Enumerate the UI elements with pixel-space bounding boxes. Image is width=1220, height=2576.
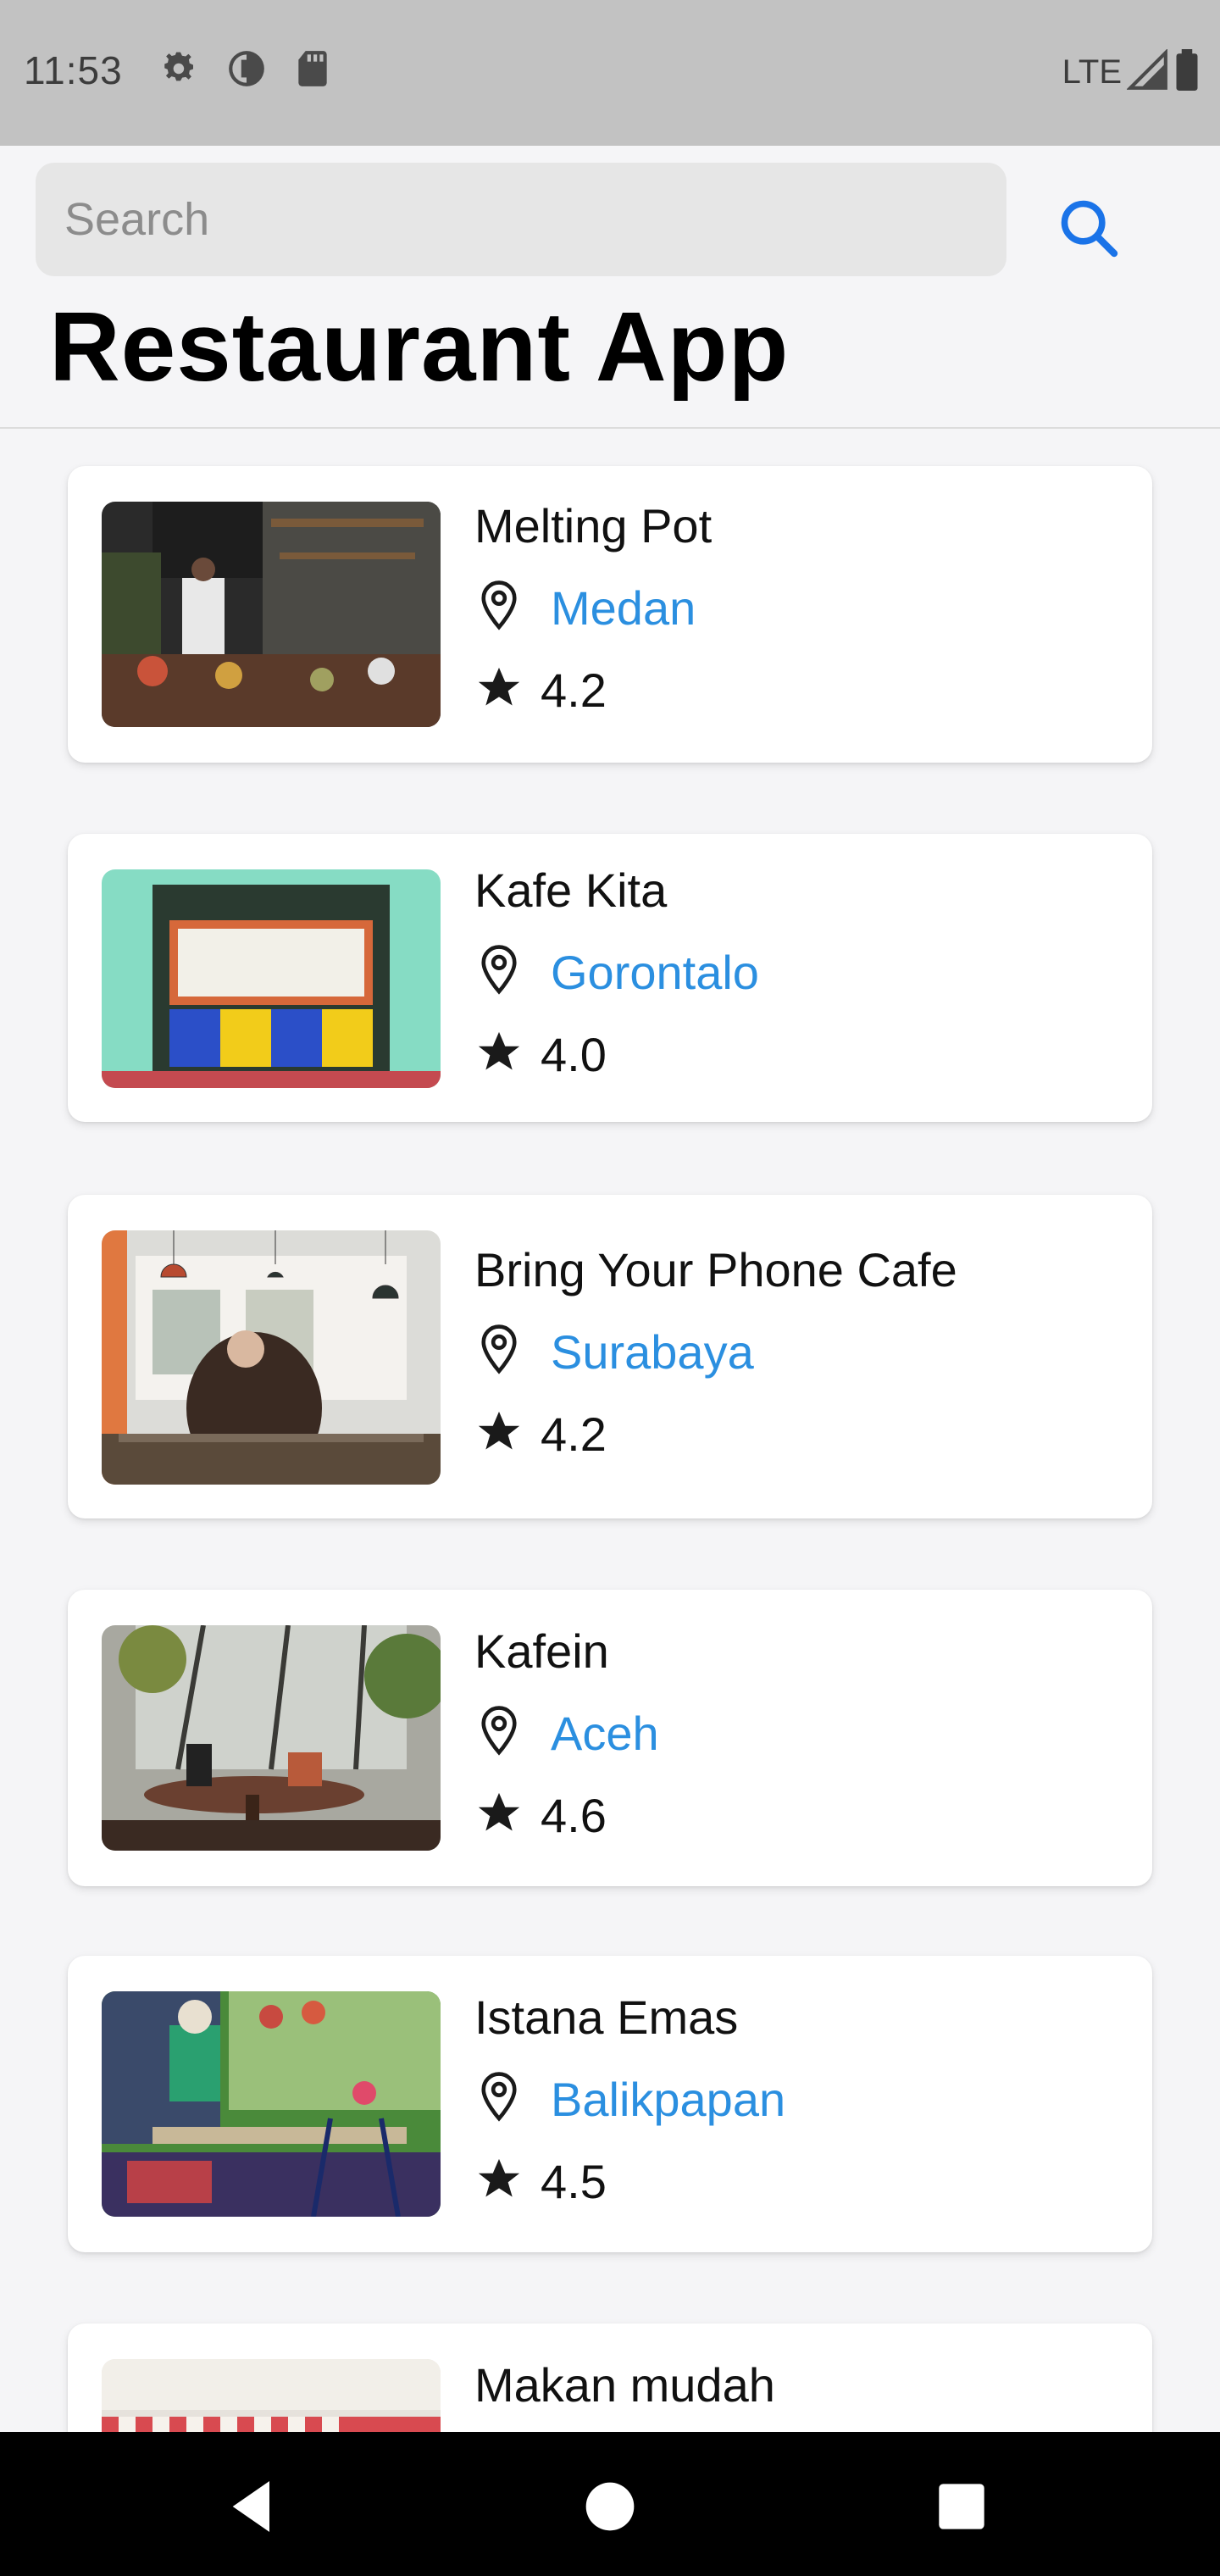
page-title: Restaurant App — [49, 291, 790, 402]
restaurant-info: Kafe Kita Gorontalo 4.0 — [474, 863, 759, 1082]
restaurant-rating: 4.2 — [541, 1407, 607, 1461]
restaurant-card[interactable]: Bring Your Phone Cafe Surabaya 4.2 — [68, 1195, 1152, 1518]
restaurant-city: Balikpapan — [551, 2073, 786, 2126]
network-type-label: LTE — [1062, 53, 1122, 91]
location-row: Surabaya — [474, 1323, 957, 1381]
rating-row: 4.0 — [474, 1027, 759, 1082]
restaurant-info: Kafein Aceh 4.6 — [474, 1624, 659, 1843]
restaurant-rating: 4.5 — [541, 2155, 607, 2208]
star-icon — [474, 1407, 541, 1461]
location-pin-icon — [474, 1704, 551, 1763]
location-row: Balikpapan — [474, 2070, 785, 2129]
restaurant-image — [102, 1230, 441, 1485]
location-row: Medan — [474, 579, 712, 637]
restaurant-name: Makan mudah — [474, 2358, 775, 2412]
location-pin-icon — [474, 943, 551, 1002]
restaurant-card[interactable]: Melting Pot Medan 4.2 — [68, 466, 1152, 763]
rating-row: 4.2 — [474, 1407, 957, 1462]
search-box[interactable] — [36, 163, 1006, 276]
restaurant-info: Makan mudah — [474, 2357, 775, 2412]
battery-icon — [1174, 49, 1200, 96]
location-row: Gorontalo — [474, 943, 759, 1002]
back-button[interactable] — [219, 2473, 286, 2540]
app-header: Restaurant App — [0, 146, 1220, 429]
vpn-shield-icon — [225, 47, 268, 94]
location-pin-icon — [474, 2070, 551, 2129]
star-icon — [474, 2155, 541, 2208]
restaurant-image — [102, 2359, 441, 2432]
restaurant-city: Medan — [551, 581, 696, 635]
star-icon — [474, 1028, 541, 1081]
restaurant-info: Melting Pot Medan 4.2 — [474, 498, 712, 718]
restaurant-rating: 4.2 — [541, 663, 607, 717]
restaurant-image — [102, 1991, 441, 2217]
restaurant-rating: 4.6 — [541, 1789, 607, 1842]
recents-icon[interactable] — [928, 2484, 995, 2544]
search-icon[interactable] — [1056, 196, 1121, 264]
restaurant-city: Surabaya — [551, 1325, 754, 1379]
location-pin-icon — [474, 1323, 551, 1381]
star-icon — [474, 663, 541, 717]
restaurant-card[interactable]: Kafe Kita Gorontalo 4.0 — [68, 834, 1152, 1122]
signal-icon — [1126, 48, 1169, 96]
status-system-icons: LTE — [1062, 48, 1200, 96]
restaurant-list[interactable]: Melting Pot Medan 4.2 Kafe Kita Gorontal… — [0, 430, 1220, 2432]
rating-row: 4.2 — [474, 663, 712, 718]
status-notification-icons — [159, 47, 334, 94]
status-time: 11:53 — [24, 48, 123, 92]
home-icon[interactable] — [576, 2482, 644, 2544]
restaurant-name: Kafein — [474, 1624, 609, 1678]
settings-gear-icon — [159, 47, 202, 94]
recents-button[interactable] — [928, 2473, 995, 2540]
restaurant-info: Bring Your Phone Cafe Surabaya 4.2 — [474, 1242, 957, 1462]
restaurant-name: Bring Your Phone Cafe — [474, 1243, 957, 1296]
rating-row: 4.6 — [474, 1788, 659, 1843]
back-icon[interactable] — [219, 2481, 286, 2544]
system-navigation-bar — [0, 2432, 1220, 2576]
restaurant-image — [102, 869, 441, 1088]
restaurant-image — [102, 502, 441, 727]
rating-row: 4.5 — [474, 2154, 785, 2209]
restaurant-image — [102, 1625, 441, 1851]
location-pin-icon — [474, 579, 551, 637]
search-input[interactable] — [64, 193, 1006, 246]
home-button[interactable] — [576, 2473, 644, 2540]
restaurant-card[interactable]: Makan mudah — [68, 2323, 1152, 2432]
restaurant-card[interactable]: Kafein Aceh 4.6 — [68, 1590, 1152, 1886]
restaurant-info: Istana Emas Balikpapan 4.5 — [474, 1990, 785, 2209]
restaurant-name: Melting Pot — [474, 499, 713, 552]
search-button[interactable] — [1051, 192, 1127, 268]
restaurant-city: Gorontalo — [551, 946, 759, 999]
restaurant-name: Istana Emas — [474, 1990, 739, 2044]
status-bar: 11:53 LTE — [0, 0, 1220, 146]
restaurant-rating: 4.0 — [541, 1028, 607, 1081]
restaurant-city: Aceh — [551, 1707, 659, 1760]
star-icon — [474, 1789, 541, 1842]
location-row: Aceh — [474, 1704, 659, 1763]
restaurant-card[interactable]: Istana Emas Balikpapan 4.5 — [68, 1956, 1152, 2252]
restaurant-name: Kafe Kita — [474, 863, 668, 917]
sd-card-icon — [291, 47, 334, 94]
